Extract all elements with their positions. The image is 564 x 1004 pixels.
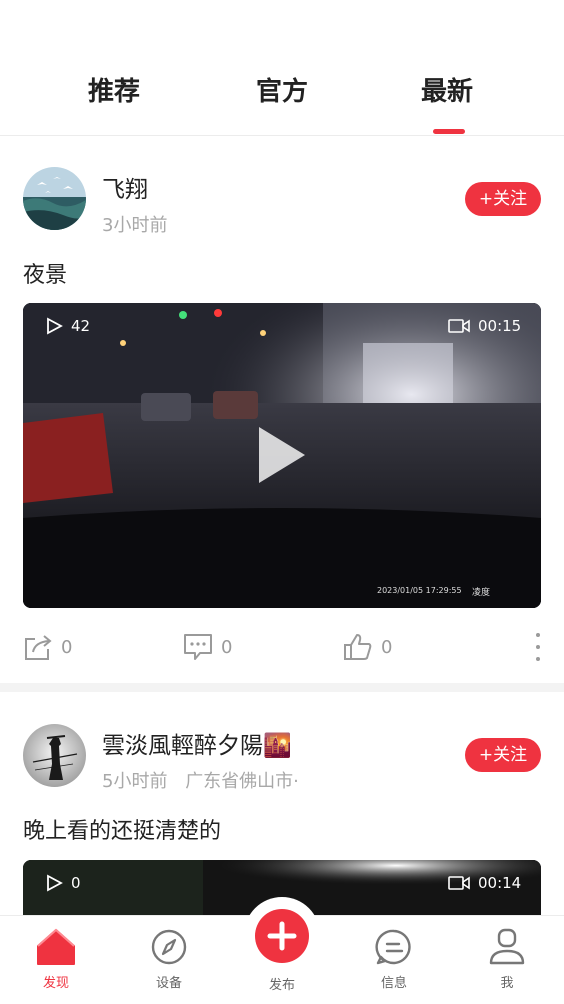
post-meta: 5小时前 广东省佛山市· xyxy=(102,767,299,793)
like-count: 0 xyxy=(381,636,393,658)
avatar[interactable] xyxy=(23,167,86,230)
post-time: 3小时前 xyxy=(102,215,168,236)
play-count: 42 xyxy=(45,317,90,335)
follow-button[interactable]: +关注 xyxy=(465,738,541,772)
play-count: 0 xyxy=(45,874,81,892)
avatar[interactable] xyxy=(23,724,86,787)
play-count-value: 0 xyxy=(71,874,81,892)
plus-icon xyxy=(267,921,297,951)
nav-label: 发现 xyxy=(42,976,69,991)
nav-label: 信息 xyxy=(380,976,407,991)
post-actions: 0 0 0 xyxy=(0,631,564,671)
video-duration: 00:14 xyxy=(448,874,521,892)
active-tab-indicator xyxy=(433,129,465,134)
nav-message[interactable]: 信息 xyxy=(359,928,429,991)
duration-value: 00:14 xyxy=(478,874,522,892)
post-time: 5小时前 xyxy=(102,771,168,792)
username-text: 雲淡風輕醉夕陽 xyxy=(102,733,263,759)
username[interactable]: 飞翔 xyxy=(102,170,148,204)
user-icon xyxy=(489,928,525,965)
comment-icon xyxy=(184,634,212,660)
username[interactable]: 雲淡風輕醉夕陽🌇 xyxy=(102,726,292,760)
tab-latest[interactable]: 最新 xyxy=(421,72,473,112)
play-count-icon xyxy=(47,874,63,892)
nav-label: 我 xyxy=(500,976,514,991)
sunset-emoji: 🌇 xyxy=(263,733,292,759)
thumbs-up-icon xyxy=(344,634,372,660)
top-tab-bar: 推荐 官方 最新 xyxy=(0,0,564,136)
tab-official[interactable]: 官方 xyxy=(256,72,308,112)
nav-device[interactable]: 设备 xyxy=(134,928,204,991)
comment-count: 0 xyxy=(221,636,233,658)
post-caption: 夜景 xyxy=(23,263,68,288)
play-count-icon xyxy=(47,317,63,335)
more-options-icon[interactable] xyxy=(532,631,544,663)
play-icon[interactable] xyxy=(257,425,307,485)
message-icon xyxy=(375,929,411,965)
video-timestamp: 2023/01/05 17:29:55 xyxy=(377,586,462,595)
share-count: 0 xyxy=(61,636,73,658)
play-count-value: 42 xyxy=(71,317,91,335)
video-thumbnail[interactable]: 42 00:15 2023/01/05 17:29:55 凌度 xyxy=(23,303,541,608)
nav-label: 设备 xyxy=(155,976,182,991)
nav-me[interactable]: 我 xyxy=(472,928,542,991)
video-camera-icon xyxy=(448,876,470,890)
share-button[interactable]: 0 xyxy=(23,631,72,663)
comment-button[interactable]: 0 xyxy=(183,631,232,663)
video-watermark: 凌度 xyxy=(472,588,491,598)
share-icon xyxy=(25,635,52,660)
publish-button[interactable] xyxy=(255,909,309,963)
compass-icon xyxy=(151,929,187,965)
video-camera-icon xyxy=(448,319,470,333)
duration-value: 00:15 xyxy=(478,317,522,335)
like-button[interactable]: 0 xyxy=(343,631,392,663)
video-duration: 00:15 xyxy=(448,317,521,335)
post-caption: 晚上看的还挺清楚的 xyxy=(23,819,222,844)
tab-recommend[interactable]: 推荐 xyxy=(88,72,140,112)
nav-label: 发布 xyxy=(268,978,295,993)
post-location: 广东省佛山市· xyxy=(185,771,299,792)
post-divider xyxy=(0,683,564,692)
home-icon xyxy=(37,928,75,965)
follow-button[interactable]: +关注 xyxy=(465,182,541,216)
nav-discover[interactable]: 发现 xyxy=(21,928,91,991)
